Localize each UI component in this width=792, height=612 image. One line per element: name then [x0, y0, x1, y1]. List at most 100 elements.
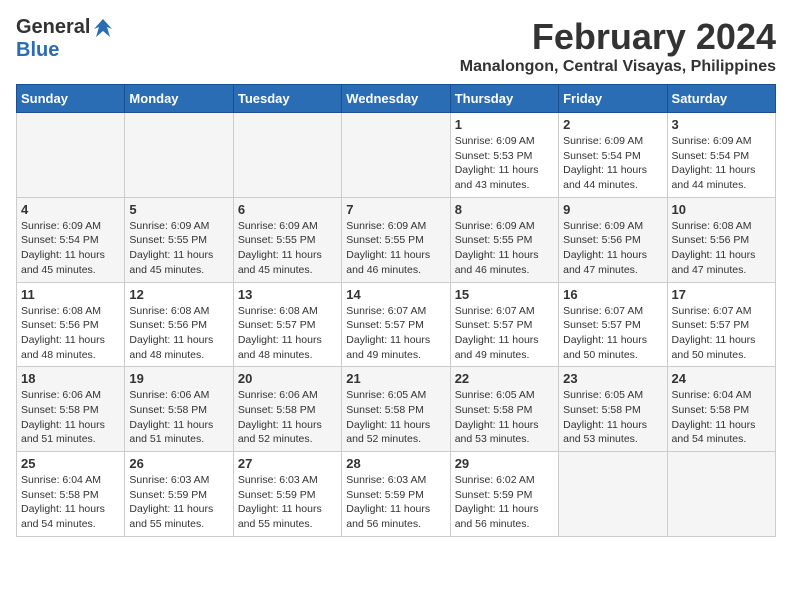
calendar-cell: 6 Sunrise: 6:09 AMSunset: 5:55 PMDaylight…: [233, 197, 341, 282]
day-number: 6: [238, 202, 337, 217]
day-header-monday: Monday: [125, 85, 233, 113]
day-info: Sunrise: 6:05 AMSunset: 5:58 PMDaylight:…: [455, 388, 554, 447]
day-number: 7: [346, 202, 445, 217]
day-info: Sunrise: 6:03 AMSunset: 5:59 PMDaylight:…: [238, 473, 337, 532]
calendar-cell: 9 Sunrise: 6:09 AMSunset: 5:56 PMDaylight…: [559, 197, 667, 282]
calendar-cell: 19 Sunrise: 6:06 AMSunset: 5:58 PMDayligh…: [125, 367, 233, 452]
calendar-cell: [667, 452, 775, 537]
calendar-cell: 25Sunrise: 6:04 AMSunset: 5:58 PMDayligh…: [17, 452, 125, 537]
calendar-cell: 23 Sunrise: 6:05 AMSunset: 5:58 PMDayligh…: [559, 367, 667, 452]
day-info: Sunrise: 6:06 AMSunset: 5:58 PMDaylight:…: [238, 388, 337, 447]
day-info: Sunrise: 6:08 AMSunset: 5:57 PMDaylight:…: [238, 304, 337, 363]
day-info: Sunrise: 6:04 AMSunset: 5:58 PMDaylight:…: [21, 473, 120, 532]
calendar-cell: [342, 113, 450, 198]
day-info: Sunrise: 6:07 AMSunset: 5:57 PMDaylight:…: [346, 304, 445, 363]
calendar-cell: 18 Sunrise: 6:06 AMSunset: 5:58 PMDayligh…: [17, 367, 125, 452]
day-number: 12: [129, 287, 228, 302]
day-info: Sunrise: 6:03 AMSunset: 5:59 PMDaylight:…: [346, 473, 445, 532]
calendar-cell: 3 Sunrise: 6:09 AMSunset: 5:54 PMDaylight…: [667, 113, 775, 198]
day-info: Sunrise: 6:09 AMSunset: 5:54 PMDaylight:…: [563, 134, 662, 193]
header: General Blue February 2024 Manalongon, C…: [16, 16, 776, 76]
day-number: 27: [238, 456, 337, 471]
calendar-cell: 5 Sunrise: 6:09 AMSunset: 5:55 PMDaylight…: [125, 197, 233, 282]
day-info: Sunrise: 6:07 AMSunset: 5:57 PMDaylight:…: [563, 304, 662, 363]
day-number: 28: [346, 456, 445, 471]
day-number: 9: [563, 202, 662, 217]
day-number: 26: [129, 456, 228, 471]
calendar-cell: 27 Sunrise: 6:03 AMSunset: 5:59 PMDayligh…: [233, 452, 341, 537]
day-number: 13: [238, 287, 337, 302]
day-number: 4: [21, 202, 120, 217]
calendar-cell: 17Sunrise: 6:07 AMSunset: 5:57 PMDayligh…: [667, 282, 775, 367]
day-number: 18: [21, 371, 120, 386]
calendar-cell: 2 Sunrise: 6:09 AMSunset: 5:54 PMDaylight…: [559, 113, 667, 198]
calendar-cell: 12 Sunrise: 6:08 AMSunset: 5:56 PMDayligh…: [125, 282, 233, 367]
day-info: Sunrise: 6:09 AMSunset: 5:54 PMDaylight:…: [672, 134, 771, 193]
calendar-cell: 10 Sunrise: 6:08 AMSunset: 5:56 PMDayligh…: [667, 197, 775, 282]
day-info: Sunrise: 6:08 AMSunset: 5:56 PMDaylight:…: [21, 304, 120, 363]
logo-blue-text: Blue: [16, 39, 59, 62]
day-number: 1: [455, 117, 554, 132]
day-number: 21: [346, 371, 445, 386]
calendar-cell: [233, 113, 341, 198]
day-number: 8: [455, 202, 554, 217]
day-info: Sunrise: 6:09 AMSunset: 5:55 PMDaylight:…: [129, 219, 228, 278]
logo: General Blue: [16, 16, 114, 62]
day-info: Sunrise: 6:06 AMSunset: 5:58 PMDaylight:…: [21, 388, 120, 447]
calendar-cell: [125, 113, 233, 198]
day-number: 3: [672, 117, 771, 132]
calendar-cell: 15Sunrise: 6:07 AMSunset: 5:57 PMDayligh…: [450, 282, 558, 367]
day-number: 24: [672, 371, 771, 386]
day-number: 20: [238, 371, 337, 386]
calendar-cell: 4 Sunrise: 6:09 AMSunset: 5:54 PMDaylight…: [17, 197, 125, 282]
day-number: 22: [455, 371, 554, 386]
calendar-cell: [559, 452, 667, 537]
day-info: Sunrise: 6:09 AMSunset: 5:54 PMDaylight:…: [21, 219, 120, 278]
calendar-cell: 26 Sunrise: 6:03 AMSunset: 5:59 PMDayligh…: [125, 452, 233, 537]
calendar-cell: [17, 113, 125, 198]
day-info: Sunrise: 6:05 AMSunset: 5:58 PMDaylight:…: [563, 388, 662, 447]
day-info: Sunrise: 6:08 AMSunset: 5:56 PMDaylight:…: [129, 304, 228, 363]
calendar-cell: 20 Sunrise: 6:06 AMSunset: 5:58 PMDayligh…: [233, 367, 341, 452]
day-info: Sunrise: 6:02 AMSunset: 5:59 PMDaylight:…: [455, 473, 554, 532]
day-info: Sunrise: 6:08 AMSunset: 5:56 PMDaylight:…: [672, 219, 771, 278]
day-number: 5: [129, 202, 228, 217]
day-header-tuesday: Tuesday: [233, 85, 341, 113]
day-header-sunday: Sunday: [17, 85, 125, 113]
day-number: 19: [129, 371, 228, 386]
day-info: Sunrise: 6:09 AMSunset: 5:55 PMDaylight:…: [455, 219, 554, 278]
day-info: Sunrise: 6:09 AMSunset: 5:55 PMDaylight:…: [346, 219, 445, 278]
calendar-cell: 11Sunrise: 6:08 AMSunset: 5:56 PMDayligh…: [17, 282, 125, 367]
calendar-cell: 28 Sunrise: 6:03 AMSunset: 5:59 PMDayligh…: [342, 452, 450, 537]
logo-general-text: General: [16, 16, 90, 39]
calendar-week-row: 11Sunrise: 6:08 AMSunset: 5:56 PMDayligh…: [17, 282, 776, 367]
calendar-week-row: 25Sunrise: 6:04 AMSunset: 5:58 PMDayligh…: [17, 452, 776, 537]
day-header-thursday: Thursday: [450, 85, 558, 113]
day-info: Sunrise: 6:04 AMSunset: 5:58 PMDaylight:…: [672, 388, 771, 447]
day-number: 14: [346, 287, 445, 302]
calendar-cell: 21 Sunrise: 6:05 AMSunset: 5:58 PMDayligh…: [342, 367, 450, 452]
day-info: Sunrise: 6:06 AMSunset: 5:58 PMDaylight:…: [129, 388, 228, 447]
calendar-cell: 16Sunrise: 6:07 AMSunset: 5:57 PMDayligh…: [559, 282, 667, 367]
day-number: 15: [455, 287, 554, 302]
day-number: 2: [563, 117, 662, 132]
day-info: Sunrise: 6:09 AMSunset: 5:53 PMDaylight:…: [455, 134, 554, 193]
calendar-week-row: 1 Sunrise: 6:09 AMSunset: 5:53 PMDaylight…: [17, 113, 776, 198]
calendar-week-row: 4 Sunrise: 6:09 AMSunset: 5:54 PMDaylight…: [17, 197, 776, 282]
month-title: February 2024: [460, 16, 776, 58]
day-info: Sunrise: 6:05 AMSunset: 5:58 PMDaylight:…: [346, 388, 445, 447]
calendar-cell: 13 Sunrise: 6:08 AMSunset: 5:57 PMDayligh…: [233, 282, 341, 367]
calendar-cell: 24 Sunrise: 6:04 AMSunset: 5:58 PMDayligh…: [667, 367, 775, 452]
logo-bird-icon: [92, 17, 114, 39]
day-number: 23: [563, 371, 662, 386]
calendar-cell: 22 Sunrise: 6:05 AMSunset: 5:58 PMDayligh…: [450, 367, 558, 452]
day-info: Sunrise: 6:03 AMSunset: 5:59 PMDaylight:…: [129, 473, 228, 532]
day-header-saturday: Saturday: [667, 85, 775, 113]
day-info: Sunrise: 6:09 AMSunset: 5:55 PMDaylight:…: [238, 219, 337, 278]
day-info: Sunrise: 6:07 AMSunset: 5:57 PMDaylight:…: [672, 304, 771, 363]
day-number: 10: [672, 202, 771, 217]
day-info: Sunrise: 6:09 AMSunset: 5:56 PMDaylight:…: [563, 219, 662, 278]
calendar-cell: 7 Sunrise: 6:09 AMSunset: 5:55 PMDaylight…: [342, 197, 450, 282]
location-title: Manalongon, Central Visayas, Philippines: [460, 58, 776, 76]
day-number: 29: [455, 456, 554, 471]
